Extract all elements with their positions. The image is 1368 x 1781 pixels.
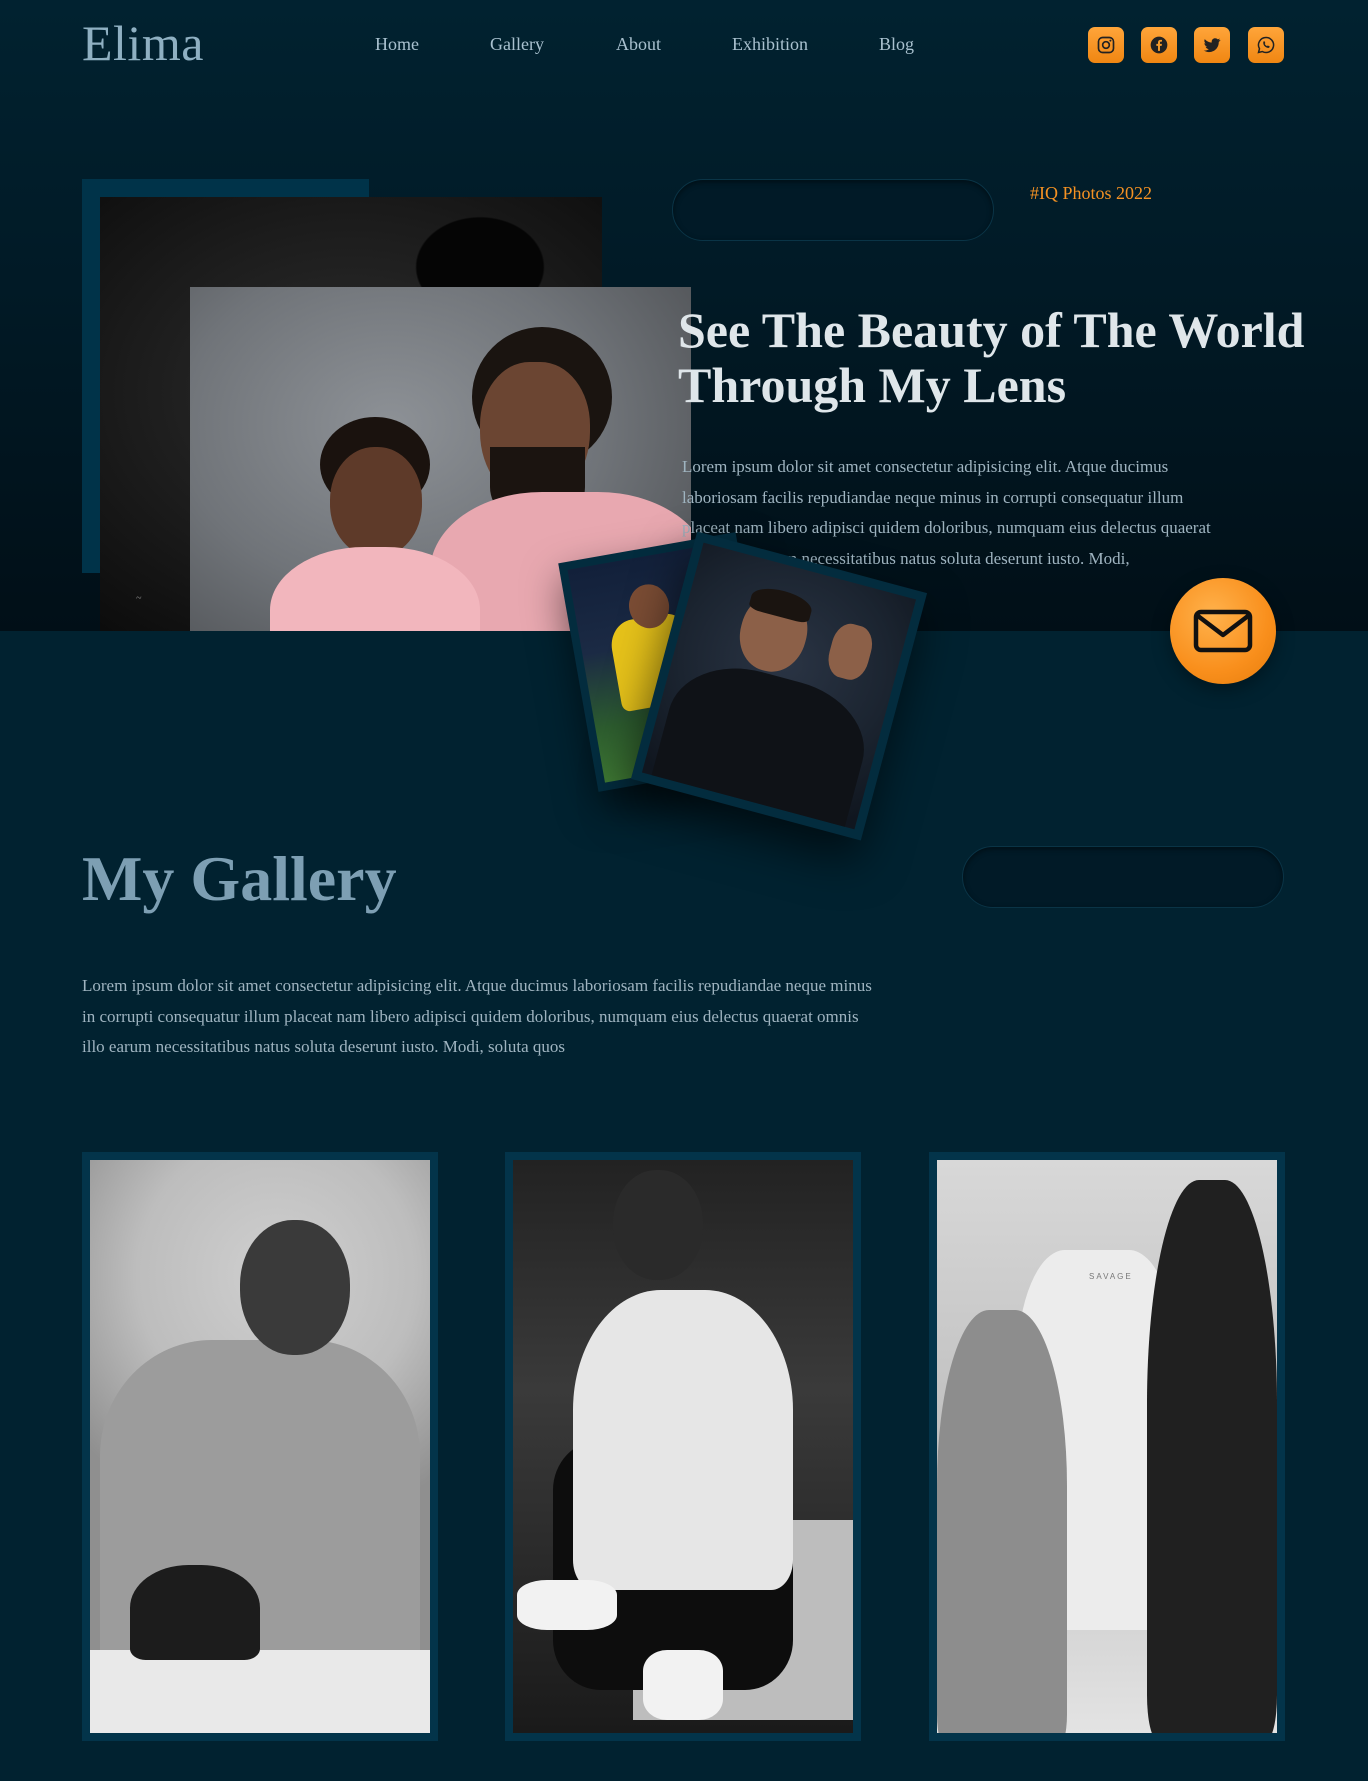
whatsapp-icon: [1257, 36, 1275, 54]
envelope-icon: [1193, 609, 1253, 653]
nav-blog[interactable]: Blog: [879, 34, 914, 55]
photo-signature: ~: [136, 593, 142, 604]
nav-gallery[interactable]: Gallery: [490, 34, 544, 55]
facebook-icon: [1150, 36, 1168, 54]
instagram-icon: [1097, 36, 1115, 54]
nav-about[interactable]: About: [616, 34, 661, 55]
nav-home[interactable]: Home: [375, 34, 419, 55]
twitter-button[interactable]: [1194, 27, 1230, 63]
gallery-pill-decoration[interactable]: [962, 846, 1284, 908]
hero-title: See The Beauty of The World Through My L…: [678, 302, 1305, 413]
nav-exhibition[interactable]: Exhibition: [732, 34, 808, 55]
page: Elima Home Gallery About Exhibition Blog: [0, 0, 1368, 1781]
seat-text: SAVAGE: [1089, 1272, 1133, 1281]
facebook-button[interactable]: [1141, 27, 1177, 63]
gallery-description: Lorem ipsum dolor sit amet consectetur a…: [82, 976, 872, 1056]
instagram-button[interactable]: [1088, 27, 1124, 63]
hero-hashtag: #IQ Photos 2022: [1030, 183, 1153, 203]
contact-mail-button[interactable]: [1170, 578, 1276, 684]
twitter-icon: [1203, 38, 1221, 53]
site-logo[interactable]: Elima: [82, 14, 204, 72]
whatsapp-button[interactable]: [1248, 27, 1284, 63]
hero-pill-decoration[interactable]: [672, 179, 994, 241]
gallery-title: My Gallery: [82, 843, 397, 914]
gallery-photo-car-interior[interactable]: SAVAGE: [929, 1152, 1285, 1741]
gallery-photo-cake-portrait[interactable]: [82, 1152, 438, 1741]
gallery-photo-father-child-steps[interactable]: [505, 1152, 861, 1741]
